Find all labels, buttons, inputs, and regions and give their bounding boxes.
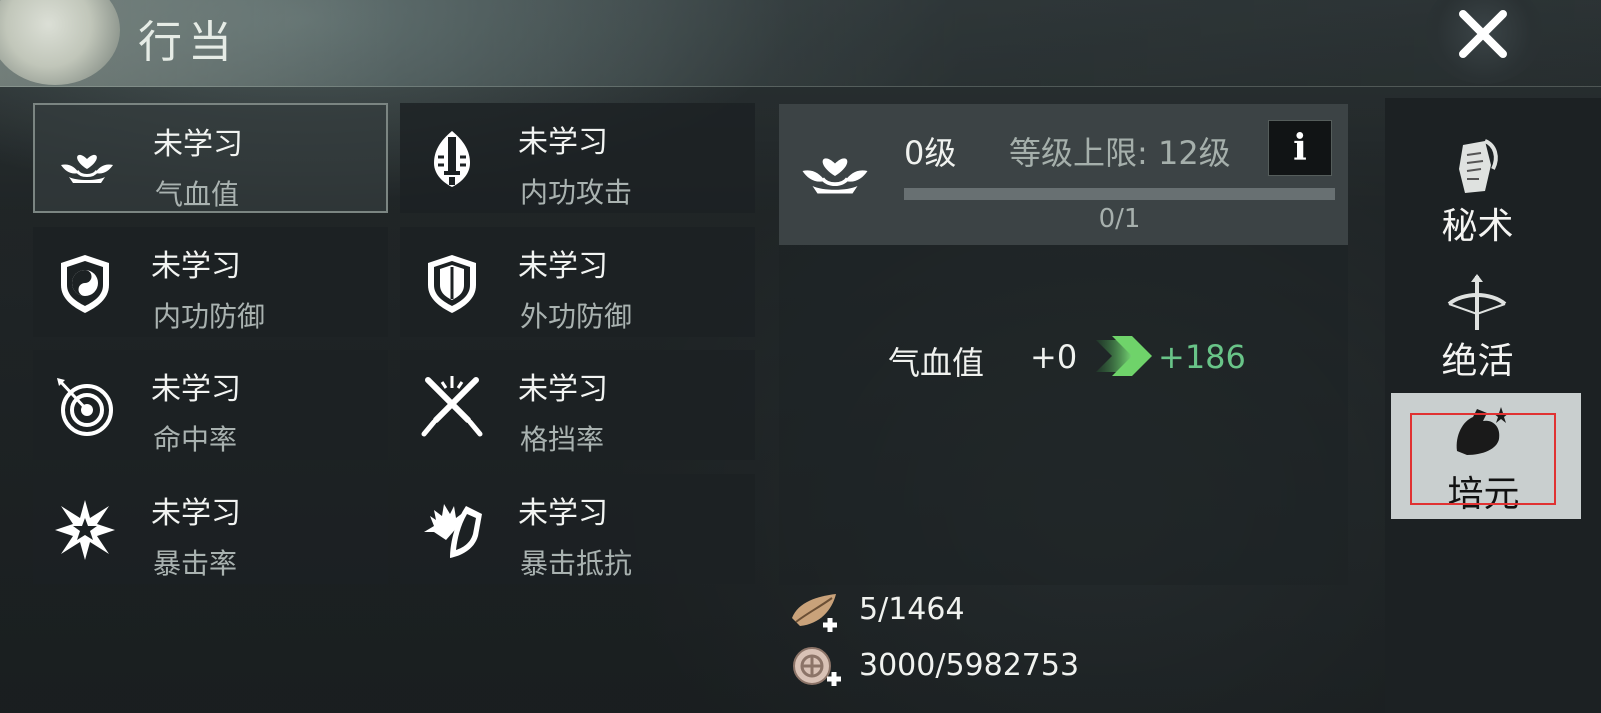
skill-name: 命中率	[153, 423, 238, 456]
info-button[interactable]: i	[1268, 120, 1332, 176]
skill-name: 气血值	[155, 178, 240, 211]
burst-icon	[55, 500, 115, 560]
crossbow-icon	[1447, 274, 1507, 330]
coin-add-icon[interactable]	[788, 644, 848, 690]
skill-card-inner-attack[interactable]: 未学习 内功攻击	[400, 103, 755, 213]
skill-status: 未学习	[518, 125, 608, 160]
skill-name: 格挡率	[520, 423, 605, 456]
skill-status: 未学习	[151, 372, 241, 407]
burst-shield-icon	[424, 504, 482, 558]
sidebar-item-specialty[interactable]: 绝活	[1385, 260, 1570, 385]
scroll-icon	[1459, 139, 1498, 193]
stat-current-value: +0	[1030, 338, 1078, 376]
target-icon	[57, 378, 113, 436]
skill-status: 未学习	[518, 249, 608, 284]
skill-card-block-rate[interactable]: 未学习 格挡率	[400, 350, 755, 460]
level-progress-bar	[904, 188, 1335, 200]
green-arrow-icon	[1096, 336, 1152, 376]
resource-coin-value: 3000/5982753	[859, 648, 1080, 683]
skill-card-crit-rate[interactable]: 未学习 暴击率	[33, 474, 388, 584]
current-level: 0级	[904, 134, 957, 172]
skill-card-hit-rate[interactable]: 未学习 命中率	[33, 350, 388, 460]
skill-card-hp[interactable]: 未学习 气血值	[33, 103, 388, 213]
skill-card-crit-resist[interactable]: 未学习 暴击抵抗	[400, 474, 755, 584]
sword-emblem-icon	[434, 131, 470, 187]
skill-status: 未学习	[518, 372, 608, 407]
title-bar: 行当	[0, 0, 1601, 87]
skill-status: 未学习	[518, 496, 608, 531]
window-title: 行当	[138, 17, 238, 68]
sidebar-label: 秘术	[1441, 206, 1514, 247]
stat-next-value: +186	[1158, 338, 1246, 376]
skill-name: 暴击抵抗	[520, 547, 633, 580]
skill-card-inner-defense[interactable]: 未学习 内功防御	[33, 227, 388, 337]
sidebar-label: 绝活	[1441, 341, 1514, 382]
leaf-add-icon[interactable]	[788, 588, 848, 634]
skill-detail-body	[779, 245, 1348, 585]
close-button[interactable]	[1425, 0, 1543, 84]
crossed-swords-icon	[421, 376, 483, 437]
close-icon	[1459, 10, 1507, 58]
skill-name: 外功防御	[520, 300, 633, 333]
level-progress-text: 0/1	[1098, 204, 1141, 234]
sidebar-item-secret-art[interactable]: 秘术	[1385, 125, 1570, 250]
skill-name: 内功攻击	[520, 176, 633, 209]
yinyang-shield-icon	[61, 255, 109, 313]
moon-decoration	[0, 0, 120, 85]
resource-leaf-value: 5/1464	[859, 592, 965, 627]
lotus-heart-icon	[802, 158, 868, 194]
lotus-heart-icon	[61, 154, 113, 183]
skill-name: 内功防御	[153, 300, 266, 333]
skill-status: 未学习	[151, 496, 241, 531]
skill-status: 未学习	[153, 127, 243, 162]
selection-highlight-frame	[1410, 413, 1556, 505]
skill-detail-header: 0级 等级上限: 12级 i 0/1	[779, 104, 1348, 245]
stat-name: 气血值	[888, 344, 985, 382]
skill-card-outer-defense[interactable]: 未学习 外功防御	[400, 227, 755, 337]
shield-icon	[428, 255, 476, 313]
skill-name: 暴击率	[153, 547, 238, 580]
skill-status: 未学习	[151, 249, 241, 284]
level-cap: 等级上限: 12级	[1009, 134, 1231, 172]
